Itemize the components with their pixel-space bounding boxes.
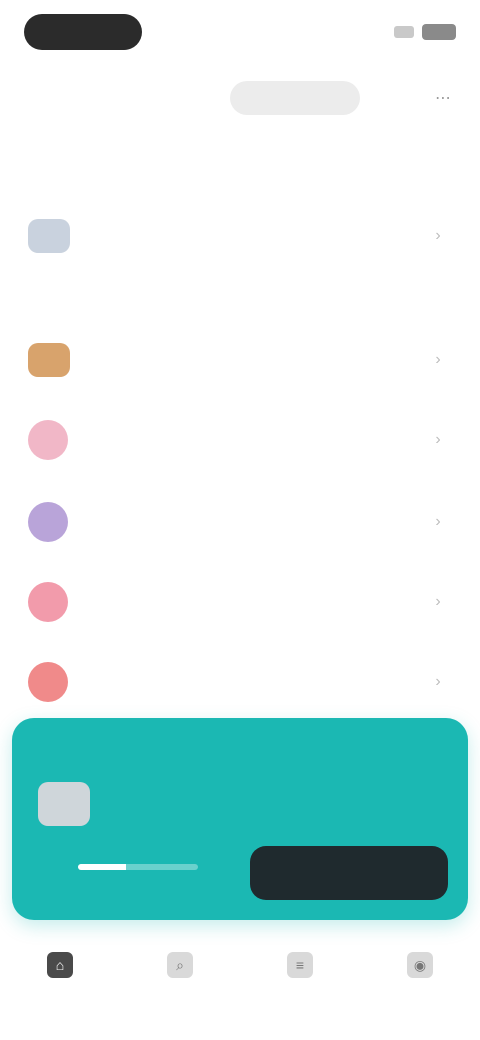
nav-item-search[interactable]: ⌕ [145,952,215,984]
battery-icon [422,24,456,40]
tab-2[interactable] [230,81,360,115]
chevron-right-icon[interactable]: › [424,668,452,696]
player-action-button[interactable] [250,846,448,900]
status-time [24,14,142,50]
list-item[interactable]: › [0,486,480,558]
item-thumbnail [28,343,70,377]
player-progress-fill [78,864,126,870]
item-thumbnail [28,662,68,702]
chevron-right-icon[interactable]: › [424,588,452,616]
player-artwork [38,782,90,826]
tab-1[interactable] [46,81,196,115]
item-thumbnail [28,420,68,460]
list-item[interactable]: › [0,324,480,396]
list-item[interactable]: › [0,646,480,718]
now-playing-card[interactable] [12,718,468,920]
app-screen: ⋯ › › › › › › ⌂ ⌕ ≡ ◉ [0,0,480,1040]
nav-item-home[interactable]: ⌂ [25,952,95,984]
chevron-right-icon[interactable]: › [424,508,452,536]
list-item[interactable]: › [0,200,480,272]
player-progress-bar[interactable] [78,864,198,870]
nav-item-profile[interactable]: ◉ [385,952,455,984]
more-icon[interactable]: ⋯ [428,83,458,113]
chevron-right-icon[interactable]: › [424,222,452,250]
top-tabs: ⋯ [0,74,480,122]
list-item[interactable]: › [0,404,480,476]
chevron-right-icon[interactable]: › [424,426,452,454]
status-icons [394,24,456,40]
signal-icon [394,26,414,38]
home-icon: ⌂ [47,952,73,978]
library-icon: ≡ [287,952,313,978]
bottom-navigation: ⌂ ⌕ ≡ ◉ [0,940,480,1040]
item-thumbnail [28,219,70,253]
item-thumbnail [28,502,68,542]
list-item[interactable]: › [0,566,480,638]
search-icon: ⌕ [167,952,193,978]
nav-item-library[interactable]: ≡ [265,952,335,984]
chevron-right-icon[interactable]: › [424,346,452,374]
profile-icon: ◉ [407,952,433,978]
status-bar [0,0,480,64]
item-thumbnail [28,582,68,622]
